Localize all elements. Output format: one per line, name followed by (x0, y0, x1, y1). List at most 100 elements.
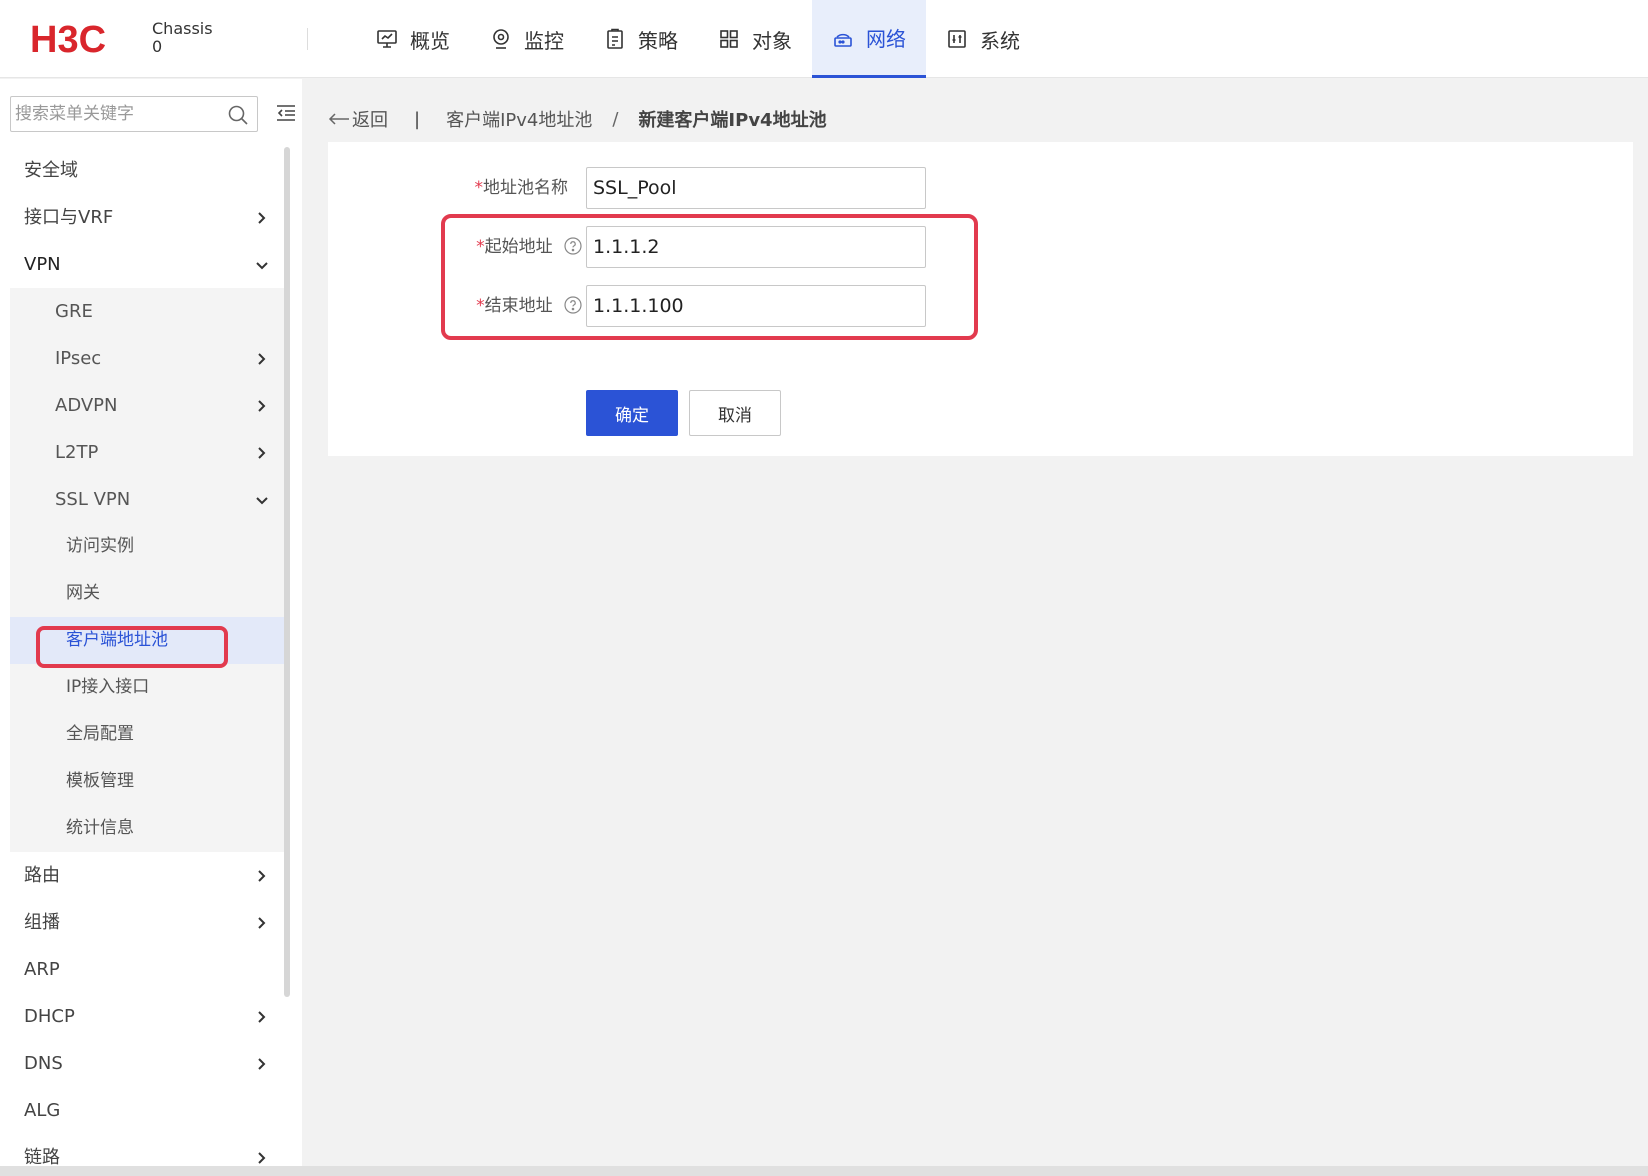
menu-gateway[interactable]: 网关 (10, 570, 284, 617)
grid-icon (720, 30, 738, 48)
menu-label: IP接入接口 (66, 677, 150, 697)
menu-label: GRE (55, 301, 93, 322)
menu-label: 客户端地址池 (66, 630, 168, 650)
nav-label: 概览 (410, 28, 450, 53)
menu-dhcp[interactable]: DHCP (0, 993, 284, 1040)
breadcrumb-parent[interactable]: 客户端IPv4地址池 (446, 106, 592, 132)
cancel-button[interactable]: 取消 (689, 390, 781, 436)
required-mark: * (474, 178, 484, 198)
arrow-left-icon (328, 113, 349, 125)
required-mark: * (476, 237, 485, 257)
menu-search-input[interactable] (15, 101, 220, 127)
menu-label: 路由 (24, 865, 60, 886)
menu-dns[interactable]: DNS (0, 1040, 284, 1087)
back-link[interactable]: 返回 (328, 106, 388, 132)
bottom-bar (0, 1166, 1648, 1176)
chevron-right-icon (258, 447, 266, 459)
chevron-down-icon (256, 497, 268, 505)
menu-label: SSL VPN (55, 489, 131, 510)
menu-client-address-pool[interactable]: 客户端地址池 (10, 617, 284, 664)
menu-label: DHCP (24, 1006, 75, 1027)
pool-name-input[interactable] (586, 167, 926, 209)
breadcrumb: 返回 | 客户端IPv4地址池 / 新建客户端IPv4地址池 (328, 105, 827, 133)
end-address-label: *结束地址 (476, 285, 582, 327)
nav-label: 系统 (980, 28, 1020, 53)
menu-link[interactable]: 链路 (0, 1134, 284, 1166)
nav-monitor[interactable]: 监控 (470, 0, 584, 78)
menu-arp[interactable]: ARP (0, 946, 284, 993)
chevron-right-icon (258, 1011, 266, 1023)
menu-gre[interactable]: GRE (10, 288, 284, 335)
menu-advpn[interactable]: ADVPN (10, 382, 284, 429)
monitor-icon (377, 30, 397, 48)
system-settings-icon (948, 30, 966, 48)
nav-object[interactable]: 对象 (698, 0, 812, 78)
menu-search[interactable] (10, 96, 258, 132)
menu-ssl-vpn[interactable]: SSL VPN (10, 476, 284, 523)
location-pin-icon (493, 29, 509, 49)
start-address-row: *起始地址 (328, 226, 928, 268)
breadcrumb-slash: / (612, 108, 619, 130)
chevron-right-icon (258, 1152, 266, 1164)
menu-label: VPN (24, 254, 61, 275)
menu-label: 模板管理 (66, 771, 134, 791)
breadcrumb-current: 新建客户端IPv4地址池 (638, 110, 827, 131)
chevron-right-icon (258, 870, 266, 882)
menu-label: L2TP (55, 442, 99, 463)
nav-label: 监控 (524, 28, 564, 53)
menu-label: 网关 (66, 583, 100, 603)
start-address-input[interactable] (586, 226, 926, 268)
menu-interface-vrf[interactable]: 接口与VRF (0, 194, 284, 241)
network-icon (834, 33, 852, 47)
confirm-button[interactable]: 确定 (586, 390, 678, 436)
menu-global-config[interactable]: 全局配置 (10, 711, 284, 758)
collapse-menu-icon[interactable] (276, 104, 296, 122)
menu-routing[interactable]: 路由 (0, 852, 284, 899)
chevron-right-icon (258, 1058, 266, 1070)
search-icon[interactable] (227, 104, 249, 126)
menu-label: ADVPN (55, 395, 118, 416)
nav-label: 网络 (866, 27, 906, 51)
nav-overview[interactable]: 概览 (356, 0, 470, 78)
menu-label: 统计信息 (66, 818, 134, 838)
menu-multicast[interactable]: 组播 (0, 899, 284, 946)
menu-security-zone[interactable]: 安全域 (0, 147, 284, 194)
pool-name-row: *地址池名称 (328, 167, 928, 209)
breadcrumb-separator: | (414, 108, 421, 130)
menu-alg[interactable]: ALG (0, 1087, 284, 1134)
menu-l2tp[interactable]: L2TP (10, 429, 284, 476)
end-address-row: *结束地址 (328, 285, 928, 327)
top-header: H3C Chassis 0 概览 监控 策略 对象 网络 系统 (0, 0, 1648, 78)
menu-label: DNS (24, 1053, 63, 1074)
pool-name-label: *地址池名称 (475, 167, 569, 209)
header-divider (307, 28, 308, 50)
h3c-logo: H3C (30, 19, 106, 58)
chassis-info: Chassis 0 (152, 20, 213, 56)
nav-system[interactable]: 系统 (926, 0, 1040, 78)
menu-label: 全局配置 (66, 724, 134, 744)
label-text: 结束地址 (484, 296, 553, 316)
help-icon[interactable] (564, 295, 582, 314)
menu-access-instance[interactable]: 访问实例 (10, 523, 284, 570)
clipboard-icon (607, 28, 623, 49)
sidebar-scrollbar[interactable] (284, 147, 290, 997)
chevron-right-icon (258, 212, 266, 224)
chassis-label: Chassis (152, 19, 213, 38)
end-address-input[interactable] (586, 285, 926, 327)
nav-network[interactable]: 网络 (812, 0, 926, 78)
menu-statistics[interactable]: 统计信息 (10, 805, 284, 852)
menu-label: 访问实例 (66, 536, 134, 556)
menu-label: 链路 (24, 1147, 60, 1166)
menu-template-management[interactable]: 模板管理 (10, 758, 284, 805)
nav-policy[interactable]: 策略 (584, 0, 698, 78)
menu-ip-access-interface[interactable]: IP接入接口 (10, 664, 284, 711)
label-text: 地址池名称 (483, 178, 568, 198)
form-panel: *地址池名称 *起始地址 *结束地址 确定 取消 (328, 142, 1633, 456)
menu-vpn[interactable]: VPN (0, 241, 284, 288)
sidebar: 安全域 接口与VRF VPN GRE IPsec ADVPN L2TP SSL … (0, 79, 302, 1166)
chassis-value: 0 (152, 37, 163, 56)
menu-ipsec[interactable]: IPsec (10, 335, 284, 382)
help-icon[interactable] (564, 236, 582, 255)
chevron-right-icon (258, 400, 266, 412)
menu-label: ARP (24, 959, 60, 980)
